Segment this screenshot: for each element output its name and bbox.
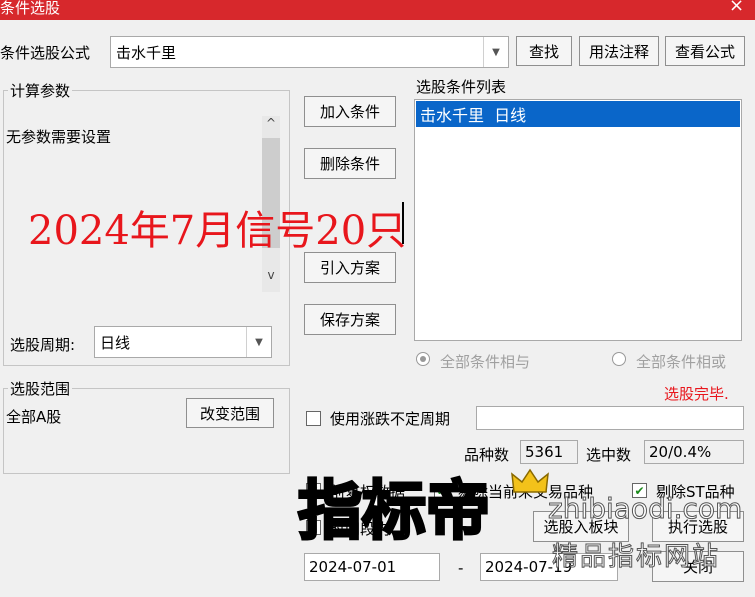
selected-label: 选中数 [586,446,632,464]
save-scheme-button[interactable]: 保存方案 [304,304,396,335]
usage-button[interactable]: 用法注释 [579,36,659,66]
radio-or[interactable] [612,352,626,366]
list-item[interactable]: 击水千里 日线 [416,101,740,127]
add-condition-button[interactable]: 加入条件 [304,96,396,127]
status-text: 选股完毕. [664,385,729,403]
import-scheme-button[interactable]: 引入方案 [304,252,396,283]
chevron-down-icon[interactable]: ▼ [246,327,271,357]
period-label: 选股周期: [10,336,76,354]
window-title: 条件选股 [0,0,61,17]
uncertain-period-input[interactable] [476,406,744,430]
delete-condition-button[interactable]: 删除条件 [304,148,396,179]
date-separator: - [458,559,464,577]
date-from-value: 2024-07-01 [309,558,397,576]
period-value: 日线 [100,333,131,352]
watermark-main: 指标帝 [297,475,492,549]
species-value: 5361 [520,440,578,464]
radio-and-label: 全部条件相与 [440,353,531,371]
change-range-button[interactable]: 改变范围 [186,398,274,428]
range-value: 全部A股 [6,408,62,426]
find-button[interactable]: 查找 [516,36,572,66]
params-message: 无参数需要设置 [6,128,112,146]
crown-icon [510,468,550,494]
watermark-sub: 精品指标网站 [551,542,721,573]
uncertain-period-label: 使用涨跌不定周期 [330,410,451,428]
range-legend: 选股范围 [8,378,73,399]
params-legend: 计算参数 [8,80,73,101]
radio-and[interactable] [416,352,430,366]
formula-select[interactable]: 击水千里 ▼ [110,36,509,68]
scroll-up-icon[interactable]: ^ [265,116,277,130]
uncertain-period-checkbox[interactable] [306,411,321,426]
date-from-input[interactable]: 2024-07-01 [304,553,440,581]
formula-label: 条件选股公式 [0,44,91,62]
watermark-url: zhibiaodi.com [547,492,743,526]
radio-or-label: 全部条件相或 [636,353,727,371]
period-select[interactable]: 日线 ▼ [94,326,272,358]
chevron-down-icon[interactable]: ▼ [483,37,508,67]
signal-annotation: 2024年7月信号20只 [28,208,407,254]
conditions-label: 选股条件列表 [416,78,507,96]
close-icon[interactable]: × [729,0,744,16]
species-label: 品种数 [464,446,510,464]
formula-value: 击水千里 [116,43,177,62]
view-formula-button[interactable]: 查看公式 [665,36,745,66]
title-bar: 条件选股 × [0,0,755,20]
selected-value: 20/0.4% [644,440,744,464]
text-cursor [402,202,404,244]
scroll-down-icon[interactable]: v [265,268,277,282]
conditions-list[interactable]: 击水千里 日线 [414,99,742,341]
